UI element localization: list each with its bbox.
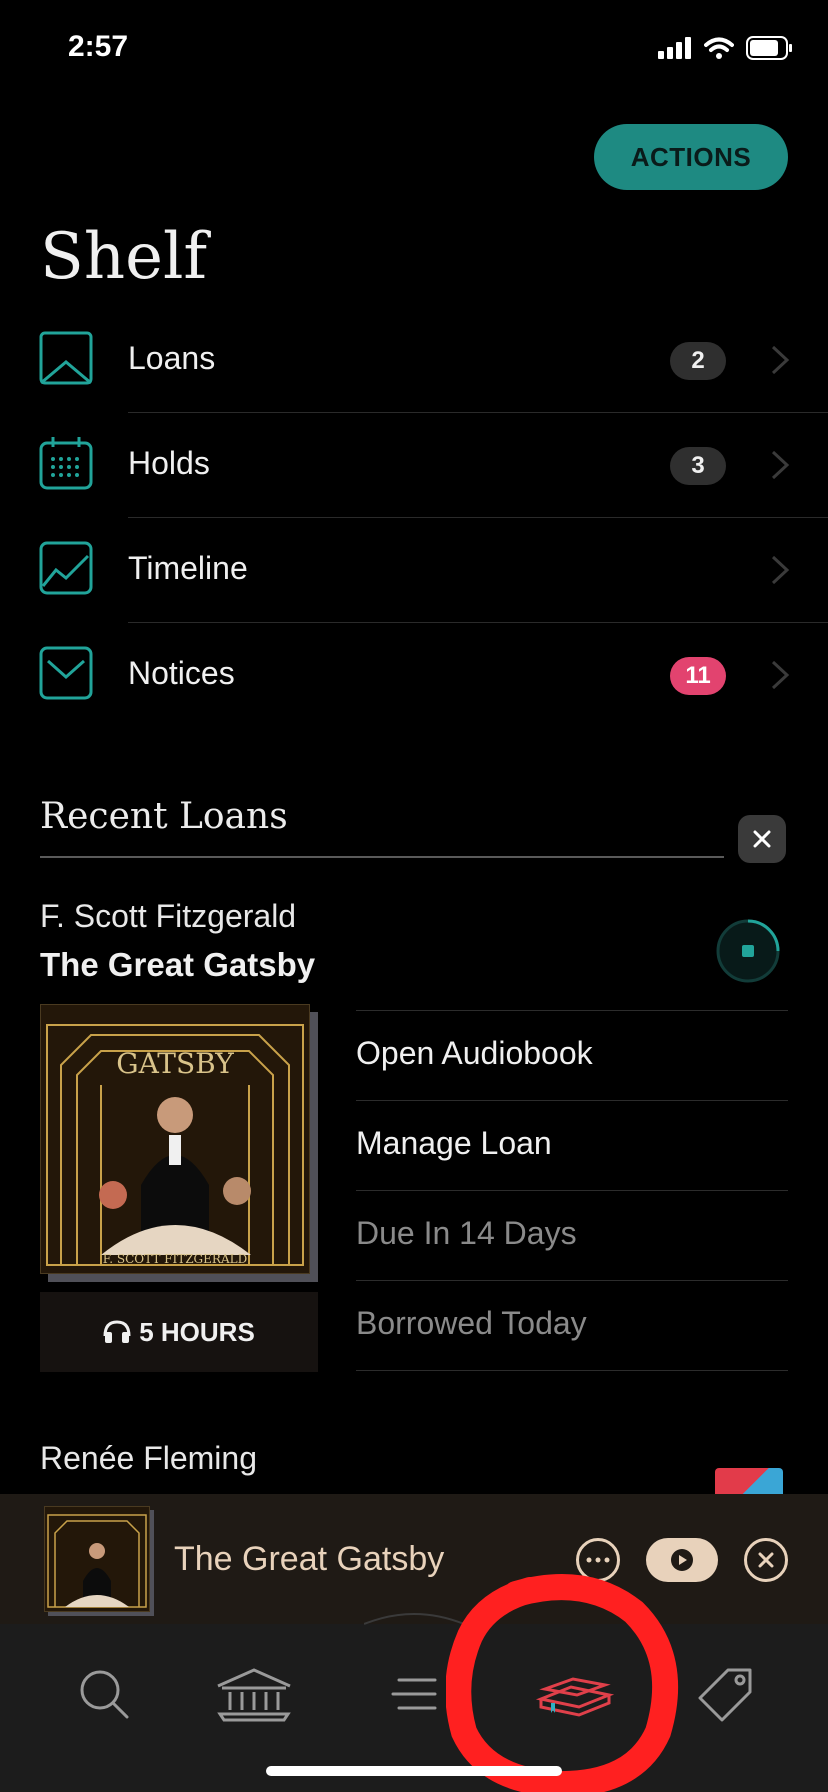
nav-label: Notices: [128, 655, 235, 691]
nav-item-notices[interactable]: Notices 11: [0, 623, 828, 728]
open-audiobook-button[interactable]: Open Audiobook: [356, 1010, 788, 1101]
tag-icon: [698, 1668, 752, 1722]
divider: [356, 1370, 788, 1371]
book-cover-image[interactable]: GATSBY F. SCOTT FITZGERALD: [40, 1004, 310, 1274]
play-icon: [671, 1549, 693, 1571]
chart-line-icon: [39, 541, 93, 595]
chevron-right-icon: [771, 660, 790, 690]
nav-label: Holds: [128, 445, 210, 481]
menu-icon: [391, 1678, 437, 1710]
nav-item-holds[interactable]: Holds 3: [0, 413, 828, 518]
cover-author-text: F. SCOTT FITZGERALD: [103, 1252, 247, 1266]
notices-count-badge: 11: [670, 657, 726, 695]
due-date-info: Due In 14 Days: [356, 1190, 788, 1281]
nav-label: Loans: [128, 340, 216, 376]
tab-search[interactable]: [64, 1654, 144, 1734]
download-progress-icon[interactable]: [715, 918, 781, 984]
search-icon: [80, 1670, 129, 1719]
headphones-icon: [103, 1320, 131, 1343]
bookmark-icon: [39, 331, 93, 385]
status-time: 2:57: [68, 30, 129, 63]
more-icon: [586, 1557, 610, 1563]
duration-label: 5 HOURS: [40, 1292, 318, 1372]
section-underline: [40, 856, 724, 858]
chevron-right-icon: [771, 555, 790, 585]
page-title: Shelf: [40, 220, 208, 294]
signal-icon: [658, 37, 691, 59]
calendar-icon: [39, 437, 93, 490]
loan-author: F. Scott Fitzgerald: [40, 898, 297, 934]
chevron-right-icon: [771, 450, 790, 480]
holds-count-badge: 3: [670, 447, 726, 485]
cover-title-text: GATSBY: [116, 1047, 234, 1080]
library-building-icon: [217, 1668, 291, 1722]
manage-loan-button[interactable]: Manage Loan: [356, 1100, 788, 1191]
section-title: Recent Loans: [40, 796, 288, 837]
loans-count-badge: 2: [670, 342, 726, 380]
borrowed-date-info: Borrowed Today: [356, 1280, 788, 1371]
wifi-icon: [704, 37, 734, 59]
nav-label: Timeline: [128, 550, 248, 586]
nav-item-loans[interactable]: Loans 2: [0, 308, 828, 413]
tab-menu[interactable]: [374, 1654, 454, 1734]
tab-tags[interactable]: [686, 1654, 766, 1734]
actions-button[interactable]: ACTIONS: [594, 124, 788, 190]
red-annotation-circle: [446, 1574, 679, 1792]
close-icon: [753, 830, 771, 848]
status-icons: [658, 36, 794, 60]
home-indicator: [266, 1766, 562, 1776]
loan-author: Renée Fleming: [40, 1440, 257, 1476]
chevron-right-icon: [771, 345, 790, 375]
dismiss-section-button[interactable]: [738, 815, 786, 863]
battery-icon: [746, 36, 792, 60]
mail-icon: [39, 646, 93, 700]
mini-player-title[interactable]: The Great Gatsby: [174, 1540, 444, 1579]
close-icon: [758, 1552, 774, 1568]
mini-player-cover[interactable]: [44, 1506, 150, 1612]
close-player-button[interactable]: [744, 1538, 788, 1582]
nav-item-timeline[interactable]: Timeline: [0, 518, 828, 623]
duration-text: 5 HOURS: [139, 1316, 255, 1347]
loan-title: The Great Gatsby: [40, 946, 316, 983]
tab-library[interactable]: [214, 1654, 294, 1734]
